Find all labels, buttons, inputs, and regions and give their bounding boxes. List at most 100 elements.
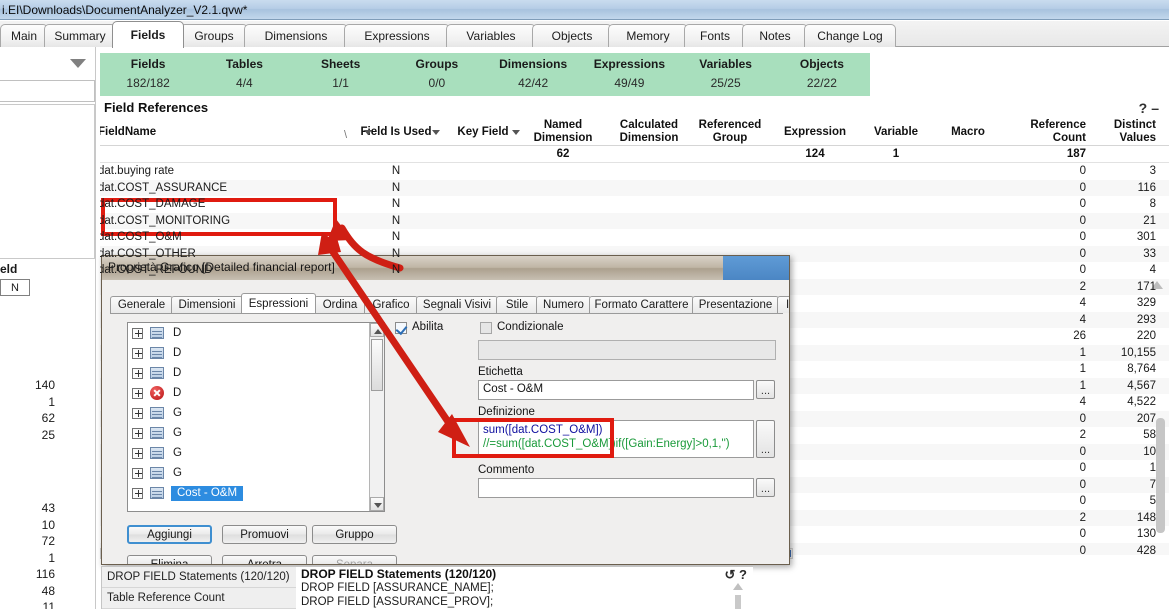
comment-browse-button[interactable]: ... (756, 478, 775, 497)
summary-cell-tables: Tables 4/4 (196, 53, 292, 96)
dialog-tab-formato-carattere[interactable]: Formato Carattere (589, 296, 694, 313)
conditional-checkbox[interactable] (480, 322, 492, 334)
definition-line-1-text: sum([dat.COST_O&M]) (483, 424, 603, 436)
summary-cell-title: Variables (699, 57, 752, 71)
summary-cell-title: Groups (415, 57, 459, 71)
cell-distinct: 301 (1136, 231, 1156, 243)
tab-variables[interactable]: Variables (446, 24, 536, 47)
panel-controls: ? – (1139, 100, 1159, 116)
left-panel-value-chip[interactable]: N (0, 279, 30, 296)
bottom-detail-title: DROP FIELD Statements (120/120) (301, 567, 497, 581)
delete-button[interactable]: Elimina (127, 555, 212, 564)
column-header-calc[interactable]: Calculated Dimension (608, 118, 690, 146)
cell-ref: 4 (1079, 396, 1086, 408)
table-row[interactable]: dat.COST_MONITORINGN02111.86270 (100, 212, 1169, 229)
cell-used (344, 460, 448, 477)
tab-change-log[interactable]: Change Log (804, 24, 896, 47)
left-panel-box-top[interactable] (0, 80, 95, 102)
cell-symbols: 11.94 (1156, 411, 1169, 428)
column-header-symbols[interactable]: Symbols Size (1156, 118, 1169, 146)
definition-input[interactable]: sum([dat.COST_O&M]) //=sum([dat.COST_O&M… (478, 420, 754, 458)
cell-symbols: 19.51 (1156, 378, 1169, 395)
table-row[interactable]: dat.COST_O&MN030111.343,714 (100, 229, 1169, 246)
left-panel-box-list[interactable] (0, 104, 95, 259)
dialog-tab-espressioni[interactable]: Espressioni (241, 293, 316, 313)
cell-used (344, 427, 448, 444)
demote-button[interactable]: Arretra (222, 555, 307, 564)
refresh-icon[interactable]: ↺ (725, 567, 736, 582)
cell-ref: 0 (1079, 495, 1086, 507)
cell-symbols: 24.99 (1156, 279, 1169, 296)
cell-ref: 1 (1079, 346, 1086, 359)
sort-key-field-icon[interactable] (512, 130, 520, 135)
column-header-ref[interactable]: Reference Count (1004, 118, 1086, 146)
cell-field (100, 543, 342, 556)
tab-summary[interactable]: Summary (44, 24, 116, 47)
collapse-caret-icon[interactable] (70, 59, 86, 68)
column-header-macro[interactable]: Macro (932, 118, 1004, 146)
table-row[interactable]: dat.COST_DAMAGEN089.5084 (100, 196, 1169, 213)
tab-expressions[interactable]: Expressions (344, 24, 450, 47)
tab-main[interactable]: Main (0, 24, 48, 47)
left-panel: eld N 140 1 62 25 43 10 72 1 116 48 11 (0, 47, 96, 609)
summary-cell-sheets: Sheets 1/1 (293, 53, 389, 96)
dialog-tab-stile[interactable]: Stile (496, 296, 538, 313)
table-row[interactable]: dat.buying rateN0311.6738 (100, 163, 1169, 180)
cell-used (344, 328, 448, 345)
help-icon[interactable]: ? (1139, 100, 1148, 116)
cell-field (100, 328, 342, 345)
conditional-input[interactable] (478, 340, 776, 360)
cell-used: N (391, 214, 401, 227)
dialog-tab-intestazione[interactable]: Intestazione (777, 296, 789, 313)
column-header-var[interactable]: Variable (860, 118, 932, 146)
column-header-key[interactable]: Key Field (448, 118, 518, 146)
summary-band: Fields 182/182 Tables 4/4 Sheets 1/1 Groups 0/0… (100, 53, 870, 96)
left-panel-number: 62 (41, 411, 55, 425)
grid-totals-row: 621241187643,555 (100, 146, 1169, 163)
cell-symbols: 4.00 (1156, 312, 1169, 329)
summary-cell-value: 25/25 (710, 76, 741, 90)
tab-objects[interactable]: Objects (532, 24, 612, 47)
split-button[interactable]: Separa (312, 555, 397, 564)
cell-field (100, 526, 342, 543)
left-panel-number: 1 (48, 550, 55, 565)
column-header-expr[interactable]: Expression (770, 118, 860, 146)
bottom-list-item[interactable]: Table Reference Count (102, 588, 296, 609)
cell-distinct: 33 (1143, 247, 1156, 260)
dialog-tab-numero[interactable]: Numero (536, 296, 591, 313)
sort-field-is-used-icon[interactable] (432, 130, 440, 135)
definition-browse-button[interactable]: ... (756, 420, 775, 458)
tab-groups[interactable]: Groups (180, 24, 248, 47)
tab-notes[interactable]: Notes (742, 24, 808, 47)
minimize-icon[interactable]: – (1151, 100, 1159, 116)
column-header-refgrp[interactable]: Referenced Group (690, 118, 770, 146)
sort-fieldname-icon[interactable] (364, 130, 372, 135)
cell-field (100, 510, 342, 527)
help-icon[interactable]: ? (739, 567, 747, 582)
cell-field (100, 345, 342, 362)
column-header-named[interactable]: Named Dimension (518, 118, 608, 146)
cell-field: dat.COST_OTHER (100, 247, 196, 260)
label-input[interactable]: Cost - O&M (478, 380, 754, 400)
bottom-scroll-up-icon[interactable] (733, 583, 743, 590)
bottom-scroll-thumb[interactable] (735, 595, 741, 609)
column-header-label: Expression (784, 125, 846, 138)
tab-label: Notes (759, 29, 791, 43)
column-header-field[interactable]: FieldName (100, 118, 342, 146)
cell-distinct: 58 (1143, 429, 1156, 441)
column-header-distinct[interactable]: Distinct Values (1086, 118, 1156, 146)
bottom-list-item[interactable]: DROP FIELD Statements (120/120) (102, 567, 296, 588)
column-header-label: Calculated Dimension (619, 119, 679, 144)
tab-fonts[interactable]: Fonts (684, 24, 746, 47)
table-row[interactable]: dat.COST_ASSURANCEN011611.001,392 (100, 179, 1169, 196)
label-browse-button[interactable]: ... (756, 380, 775, 399)
summary-cell-value: 49/49 (614, 76, 645, 90)
tab-label: Fields (130, 28, 166, 42)
tab-fields[interactable]: Fields (112, 21, 184, 48)
tab-memory[interactable]: Memory (608, 24, 688, 47)
cell-ref: 0 (1079, 528, 1086, 540)
dialog-tab-presentazione[interactable]: Presentazione (692, 296, 779, 313)
bottom-left-list[interactable]: DROP FIELD Statements (120/120) Table Ref… (101, 566, 296, 609)
tab-dimensions[interactable]: Dimensions (244, 24, 348, 47)
comment-input[interactable] (478, 478, 754, 498)
